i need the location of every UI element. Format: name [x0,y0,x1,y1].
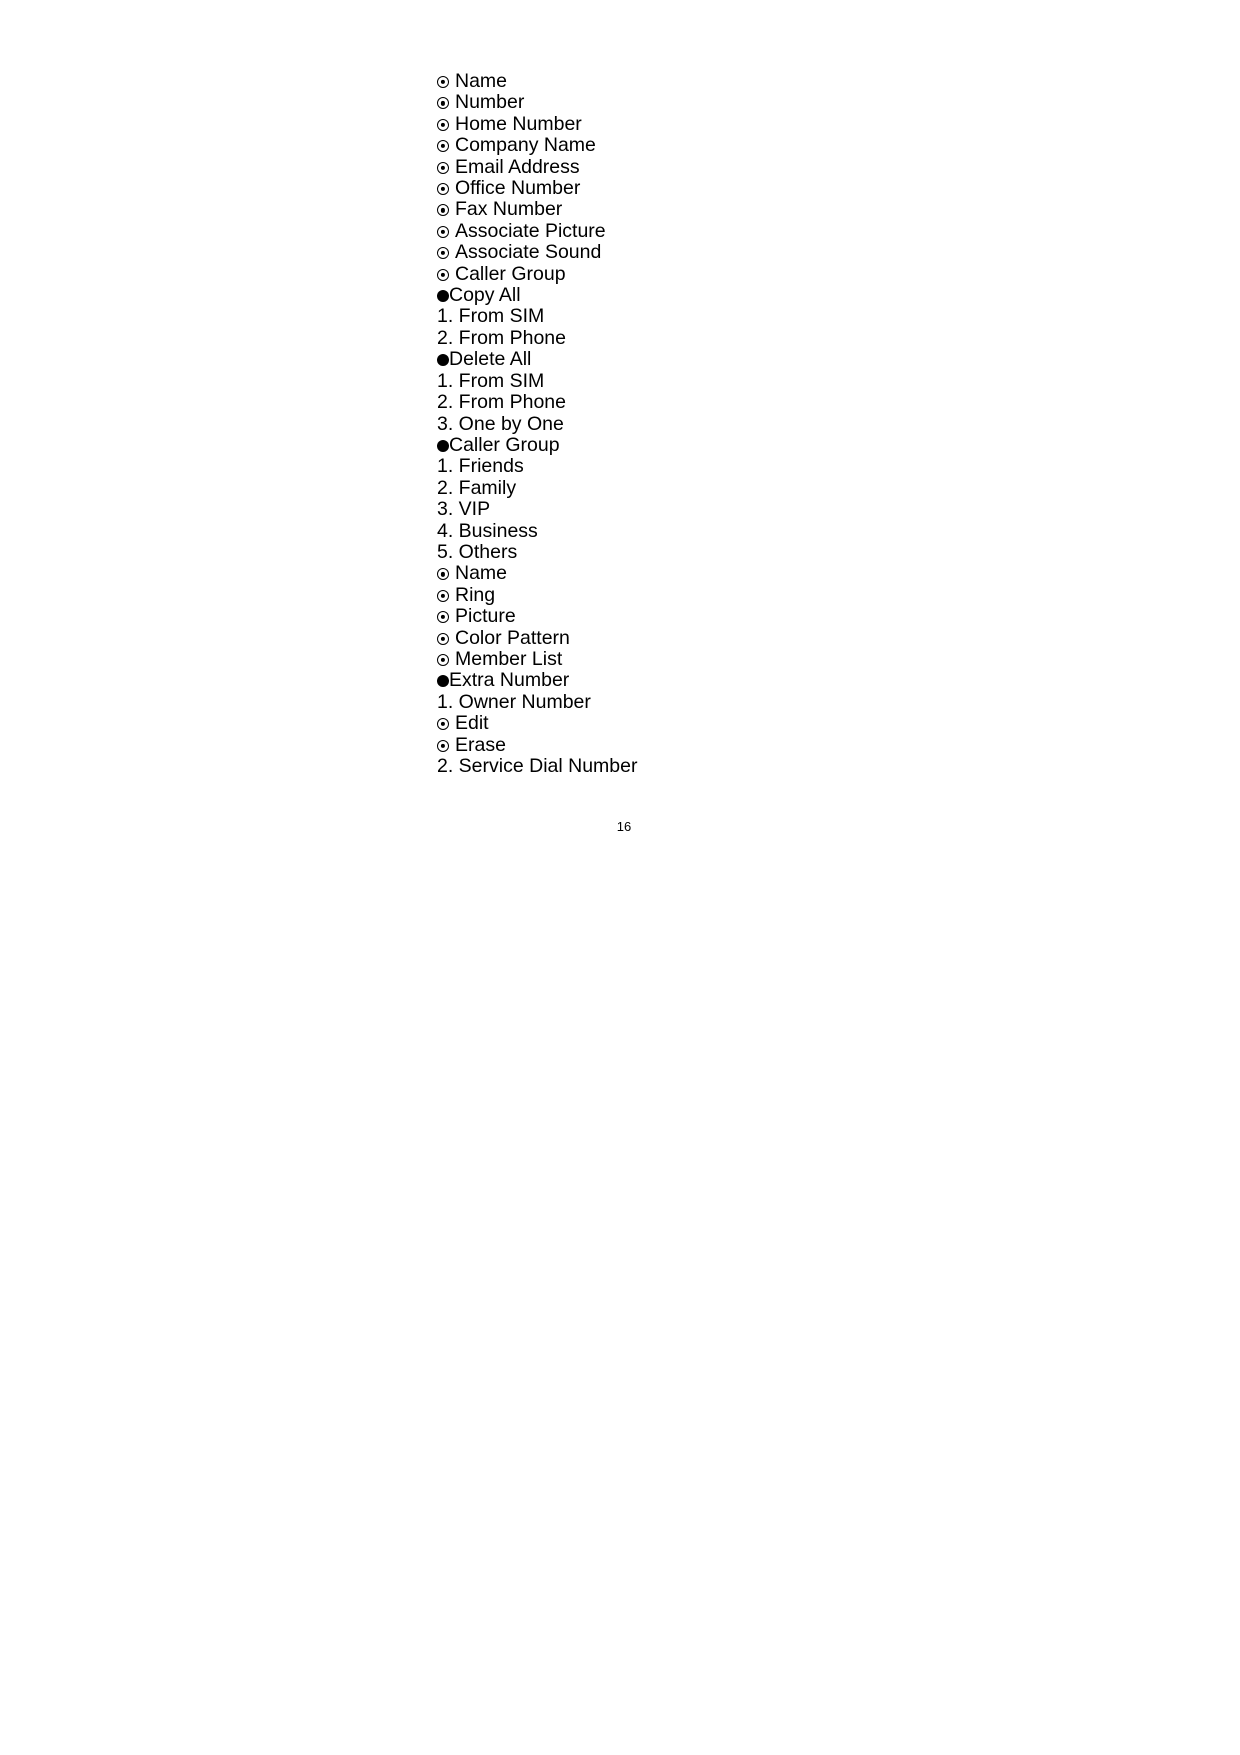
menu-outline-item: Email Address [437,155,1137,178]
menu-item-label: Copy All [449,284,521,307]
menu-item-label: 2. Service Dial Number [437,755,638,777]
menu-outline-item: Member List [437,647,1137,670]
menu-item-label: Company Name [455,134,596,157]
menu-item-label: Color Pattern [455,626,570,649]
menu-outline-item: Name [437,70,1137,92]
menu-outline-item: 1. Friends [437,456,1137,477]
document-page: Name Number Home Number Company Name Email A… [0,0,1240,1755]
menu-outline-item: 3. VIP [437,498,1137,521]
circled-dot-icon [437,739,449,752]
circled-dot-icon [437,183,449,196]
menu-outline-item: Fax Number [437,199,1137,220]
menu-item-label: Member List [455,647,563,670]
filled-bullet-icon [437,290,449,303]
menu-item-label: 2. Family [437,476,517,499]
menu-outline-item: 2. From Phone [437,326,1137,349]
menu-outline-item: 2. Family [437,476,1137,499]
circled-dot-icon [437,140,449,153]
menu-outline-item: 5. Others [437,540,1137,563]
menu-item-label: Associate Picture [455,219,606,242]
menu-outline-item: Extra Number [437,670,1137,691]
circled-dot-icon [437,268,449,281]
menu-outline-item: Number [437,92,1137,113]
filled-bullet-icon [437,675,449,688]
circled-dot-icon [437,97,449,110]
circled-dot-icon [437,161,449,174]
menu-item-label: Extra Number [449,669,570,692]
circled-dot-icon [437,118,449,131]
menu-outline-item: 1. Owner Number [437,690,1137,713]
menu-item-label: Office Number [455,177,581,200]
menu-item-label: 2. From Phone [437,391,566,414]
menu-item-label: Picture [455,605,516,628]
menu-item-label: 1. Friends [437,455,524,478]
menu-outline-item: Name [437,563,1137,584]
circled-dot-icon [437,247,449,260]
menu-outline-item: 4. Business [437,519,1137,542]
menu-item-label: Number [455,91,525,114]
menu-item-label: 2. From Phone [437,326,566,349]
menu-outline-item: Home Number [437,112,1137,135]
menu-outline-item: Associate Sound [437,242,1137,263]
page-number-value: 16 [616,819,632,834]
menu-item-label: Email Address [455,155,580,178]
page-number: 16 [0,819,1240,834]
circled-dot-icon [437,568,449,581]
menu-item-label: 1. From SIM [437,305,545,328]
menu-item-label: 4. Business [437,519,538,542]
circled-dot-icon [437,225,449,238]
menu-item-label: Caller Group [449,433,560,456]
menu-item-label: 1. Owner Number [437,690,591,713]
menu-outline-item: Erase [437,733,1137,756]
circled-dot-icon [437,76,449,88]
menu-outline-item: Caller Group [437,262,1137,285]
menu-outline-item: 1. From SIM [437,369,1137,392]
circled-dot-icon [437,611,449,624]
menu-outline-item: Ring [437,583,1137,606]
circled-dot-icon [437,589,449,602]
menu-item-label: Name [455,562,508,585]
menu-outline-item: Delete All [437,349,1137,370]
circled-dot-icon [437,718,449,731]
circled-dot-icon [437,204,449,217]
menu-outline-item: 2. From Phone [437,391,1137,414]
menu-outline-item: Color Pattern [437,626,1137,649]
menu-outline-item: Office Number [437,177,1137,200]
menu-item-label: Ring [455,583,496,606]
menu-item-label: Name [455,70,508,92]
menu-outline-item: Caller Group [437,433,1137,456]
menu-outline-item: 1. From SIM [437,306,1137,327]
menu-item-label: Edit [455,712,489,735]
menu-outline-item: Company Name [437,135,1137,156]
circled-dot-icon [437,632,449,645]
menu-outline-item: Edit [437,712,1137,735]
menu-item-label: Erase [455,733,506,756]
menu-item-label: Home Number [455,112,582,135]
filled-bullet-icon [437,354,449,367]
menu-outline-item: Picture [437,605,1137,628]
menu-outline-item: Copy All [437,284,1137,307]
menu-item-label: 3. One by One [437,412,564,435]
menu-item-label: Associate Sound [455,241,602,264]
menu-item-label: Caller Group [455,262,566,285]
menu-outline-item: 3. One by One [437,412,1137,435]
menu-item-label: 1. From SIM [437,369,545,392]
menu-item-label: Fax Number [455,198,563,221]
menu-outline-list: Name Number Home Number Company Name Email A… [437,70,1137,777]
menu-item-label: Delete All [449,348,532,371]
menu-item-label: 3. VIP [437,498,491,521]
menu-item-label: 5. Others [437,540,518,563]
circled-dot-icon [437,653,449,666]
filled-bullet-icon [437,439,449,452]
menu-outline-item: Associate Picture [437,219,1137,242]
menu-outline-item: 2. Service Dial Number [437,755,1137,777]
